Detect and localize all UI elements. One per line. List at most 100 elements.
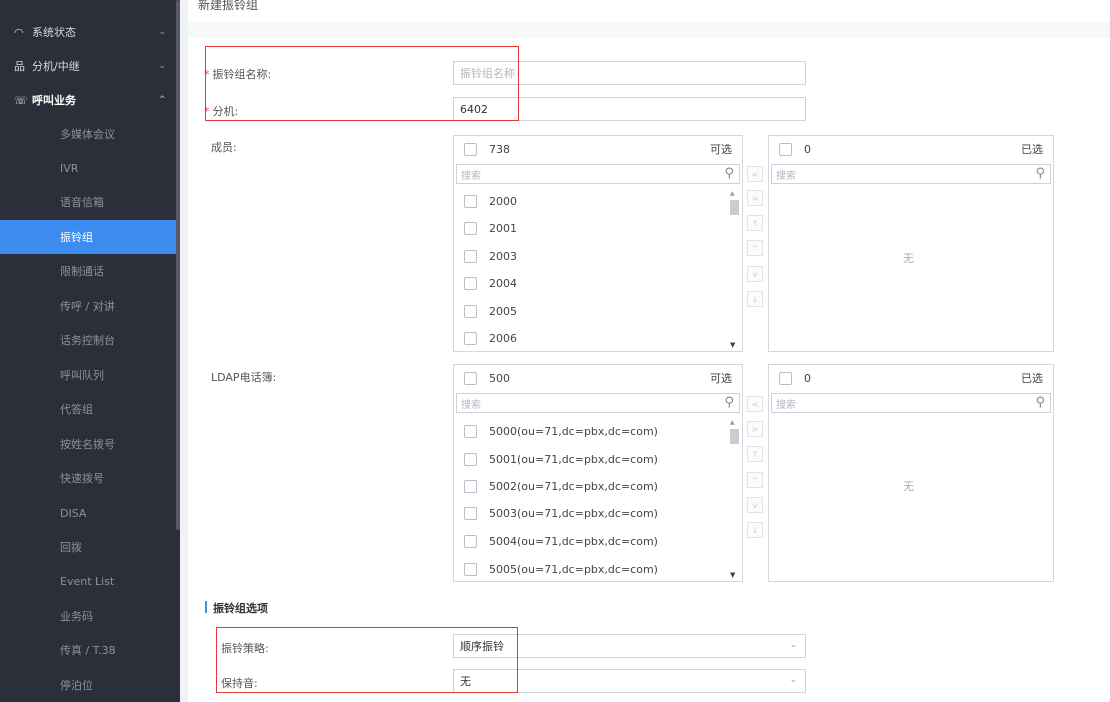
scroll-up-icon[interactable]: ▲ (730, 419, 735, 426)
move-down-button[interactable]: v (747, 497, 763, 513)
empty-state: 无 (903, 480, 914, 493)
move-right-button[interactable]: > (747, 421, 763, 437)
item-checkbox[interactable] (464, 304, 477, 318)
sidebar-item-operator-panel[interactable]: 话务控制台 (0, 323, 176, 357)
move-bottom-button[interactable]: ↓ (747, 291, 763, 307)
search-icon: ⚲ (1035, 166, 1045, 181)
search-icon: ⚲ (724, 395, 734, 410)
sidebar-item-feature-codes[interactable]: 业务码 (0, 599, 176, 633)
members-search-input[interactable]: 搜索 ⚲ (456, 164, 740, 184)
item-label: 5004(ou=71,dc=pbx,dc=com) (489, 534, 658, 548)
item-label: 2001 (489, 221, 517, 235)
sidebar-item-restricted-call[interactable]: 限制通话 (0, 254, 176, 288)
move-left-button[interactable]: < (747, 166, 763, 182)
item-label: 2005 (489, 304, 517, 318)
scroll-thumb[interactable] (730, 200, 739, 215)
list-item[interactable]: 5001(ou=71,dc=pbx,dc=com) (464, 449, 658, 469)
item-checkbox[interactable] (464, 506, 477, 520)
sidebar-item-fax-t38[interactable]: 传真 / T.38 (0, 633, 176, 667)
list-header: 0 已选 (769, 365, 1053, 391)
item-checkbox[interactable] (464, 562, 477, 576)
ldap-label: LDAP电话簿: (211, 371, 277, 384)
nav-label: 分机/中继 (32, 60, 80, 73)
move-up-button[interactable]: ^ (747, 472, 763, 488)
list-item[interactable]: 5002(ou=71,dc=pbx,dc=com) (464, 476, 658, 496)
list-scrollbar[interactable]: ▲ ▼ (728, 419, 740, 579)
item-checkbox[interactable] (464, 479, 477, 493)
scroll-thumb[interactable] (730, 429, 739, 444)
select-all-checkbox[interactable] (779, 142, 792, 156)
network-icon: 品 (14, 60, 25, 73)
list-kind: 已选 (1021, 372, 1043, 385)
item-checkbox[interactable] (464, 424, 477, 438)
gauge-icon: ◠ (14, 25, 24, 39)
list-item[interactable]: 2005 (464, 301, 517, 321)
list-item[interactable]: 2006 (464, 328, 517, 348)
move-top-button[interactable]: ↑ (747, 446, 763, 462)
item-label: 5002(ou=71,dc=pbx,dc=com) (489, 479, 658, 493)
chevron-down-icon: ⌄ (158, 27, 166, 37)
sidebar-item-pickup-group[interactable]: 代答组 (0, 392, 176, 426)
sidebar-item-callback[interactable]: 回拨 (0, 530, 176, 564)
item-checkbox[interactable] (464, 534, 477, 548)
item-checkbox[interactable] (464, 452, 477, 466)
move-right-button[interactable]: > (747, 190, 763, 206)
item-count: 0 (804, 142, 811, 156)
item-checkbox[interactable] (464, 331, 477, 345)
sidebar-item-ring-group[interactable]: 振铃组 (0, 220, 176, 254)
list-item[interactable]: 5005(ou=71,dc=pbx,dc=com) (464, 559, 658, 579)
scroll-up-icon[interactable]: ▲ (730, 190, 735, 197)
list-scrollbar[interactable]: ▲ ▼ (728, 190, 740, 349)
list-item[interactable]: 5003(ou=71,dc=pbx,dc=com) (464, 503, 658, 523)
sidebar-item-event-list[interactable]: Event List (0, 564, 176, 598)
sidebar-item-call-queue[interactable]: 呼叫队列 (0, 358, 176, 392)
highlight-box (216, 627, 518, 693)
select-all-checkbox[interactable] (464, 142, 477, 156)
item-count: 500 (489, 371, 510, 385)
ldap-available-list: 500 可选 搜索 ⚲ 5000(ou=71,dc=pbx,dc=com) 50… (453, 364, 743, 582)
sidebar-item-paging-intercom[interactable]: 传呼 / 对讲 (0, 289, 176, 323)
item-checkbox[interactable] (464, 194, 477, 208)
list-item[interactable]: 2004 (464, 273, 517, 293)
list-item[interactable]: 5004(ou=71,dc=pbx,dc=com) (464, 531, 658, 551)
scroll-down-icon[interactable]: ▼ (730, 571, 735, 579)
selected-search-input[interactable]: 搜索 ⚲ (771, 164, 1051, 184)
move-left-button[interactable]: < (747, 396, 763, 412)
sidebar-item-voicemail[interactable]: 语音信箱 (0, 185, 176, 219)
sidebar-item-disa[interactable]: DISA (0, 496, 176, 530)
list-item[interactable]: 2001 (464, 218, 517, 238)
members-available-list: 738 可选 搜索 ⚲ 2000 2001 2003 2004 2005 200… (453, 135, 743, 352)
sidebar-item-parking-lot[interactable]: 停泊位 (0, 668, 176, 702)
sidebar-item-ivr[interactable]: IVR (0, 151, 176, 185)
nav-extension-trunk[interactable]: 品 分机/中继 ⌄ (0, 49, 176, 83)
move-bottom-button[interactable]: ↓ (747, 522, 763, 538)
scroll-down-icon[interactable]: ▼ (730, 341, 735, 349)
nav-system-status[interactable]: ◠ 系统状态 ⌄ (0, 15, 176, 49)
item-checkbox[interactable] (464, 276, 477, 290)
sidebar: ◠ 系统状态 ⌄ 品 分机/中继 ⌄ ☏ 呼叫业务 ^ 多媒体会议 IVR 语音… (0, 0, 180, 702)
sidebar-item-dial-by-name[interactable]: 按姓名拨号 (0, 427, 176, 461)
selected-search-input[interactable]: 搜索 ⚲ (771, 393, 1051, 413)
placeholder: 搜索 (776, 170, 796, 182)
select-all-checkbox[interactable] (464, 371, 477, 385)
select-all-checkbox[interactable] (779, 371, 792, 385)
list-item[interactable]: 2003 (464, 246, 517, 266)
members-selected-list: 0 已选 搜索 ⚲ 无 (768, 135, 1054, 352)
nav-call-features[interactable]: ☏ 呼叫业务 ^ (0, 83, 176, 117)
item-count: 738 (489, 142, 510, 156)
move-up-button[interactable]: ^ (747, 240, 763, 256)
title-divider (188, 22, 1110, 38)
ldap-search-input[interactable]: 搜索 ⚲ (456, 393, 740, 413)
ldap-selected-list: 0 已选 搜索 ⚲ 无 (768, 364, 1054, 582)
placeholder: 搜索 (461, 399, 481, 411)
sidebar-item-multimedia-conference[interactable]: 多媒体会议 (0, 117, 176, 151)
sidebar-item-speed-dial[interactable]: 快速拨号 (0, 461, 176, 495)
item-checkbox[interactable] (464, 221, 477, 235)
move-down-button[interactable]: v (747, 266, 763, 282)
move-top-button[interactable]: ↑ (747, 215, 763, 231)
phone-call-icon: ☏ (14, 93, 28, 107)
list-item[interactable]: 5000(ou=71,dc=pbx,dc=com) (464, 421, 658, 441)
chevron-down-icon: ⌄ (789, 640, 797, 650)
item-checkbox[interactable] (464, 249, 477, 263)
list-item[interactable]: 2000 (464, 191, 517, 211)
